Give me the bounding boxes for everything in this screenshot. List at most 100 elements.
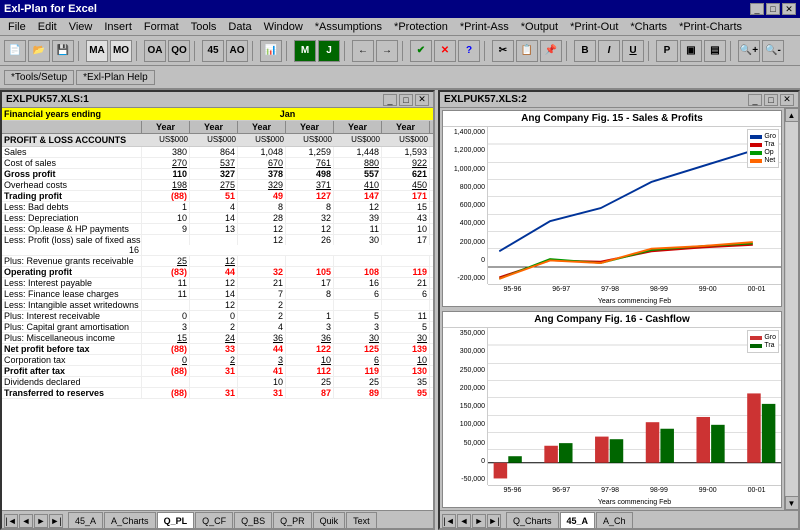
menu-charts[interactable]: *Charts (624, 20, 673, 34)
row-value: 130 (382, 366, 430, 376)
tb-mo[interactable]: MO (110, 40, 132, 62)
tab-quik[interactable]: Quik (313, 512, 346, 528)
tb-m-green[interactable]: M (294, 40, 316, 62)
menu-output[interactable]: *Output (515, 20, 564, 34)
table-row: Plus: Interest receivable0021511 (2, 311, 433, 322)
rtab-45a[interactable]: 45_A (560, 512, 596, 528)
rtab-last[interactable]: ►| (487, 514, 501, 528)
row-value: 880 (334, 158, 382, 168)
legend1-net: Net (750, 157, 776, 164)
tb-p1[interactable]: P (656, 40, 678, 62)
rtab-ach[interactable]: A_Ch (596, 512, 633, 528)
row-value (382, 256, 430, 266)
tb-45[interactable]: 45 (202, 40, 224, 62)
tb-j-green[interactable]: J (318, 40, 340, 62)
row-label: Less: Finance lease charges (2, 289, 142, 299)
row-value: 2 (190, 355, 238, 365)
tb-p3[interactable]: ▤ (704, 40, 726, 62)
menu-file[interactable]: File (2, 20, 32, 34)
rtab-first[interactable]: |◄ (442, 514, 456, 528)
row-value: 557 (334, 169, 382, 179)
scroll-track[interactable] (786, 122, 798, 496)
tab-acharts[interactable]: A_Charts (104, 512, 156, 528)
right-close[interactable]: ✕ (780, 94, 794, 106)
tab-qpl[interactable]: Q_PL (157, 512, 195, 528)
tb-paste[interactable]: 📌 (540, 40, 562, 62)
scroll-down[interactable]: ▼ (785, 496, 799, 510)
rtab-next[interactable]: ► (472, 514, 486, 528)
row-value: 139 (382, 344, 430, 354)
tb-chart[interactable]: 📊 (260, 40, 282, 62)
menu-edit[interactable]: Edit (32, 20, 63, 34)
tab-qcf[interactable]: Q_CF (195, 512, 233, 528)
tb-zoom-in[interactable]: 🔍+ (738, 40, 760, 62)
menu-tools[interactable]: Tools (185, 20, 223, 34)
maximize-button[interactable]: □ (766, 3, 780, 15)
tab-text[interactable]: Text (346, 512, 377, 528)
menu-data[interactable]: Data (222, 20, 257, 34)
tb-p2[interactable]: ▣ (680, 40, 702, 62)
tab-qpr[interactable]: Q_PR (273, 512, 312, 528)
tab-prev[interactable]: ◄ (19, 514, 33, 528)
menu-format[interactable]: Format (138, 20, 185, 34)
row-label: Operating profit (2, 267, 142, 277)
main-area: EXLPUK57.XLS:1 _ □ ✕ Financial years end… (0, 90, 800, 530)
tab-last[interactable]: ►| (49, 514, 63, 528)
tb-open[interactable]: 📂 (28, 40, 50, 62)
tb-back[interactable]: ← (352, 40, 374, 62)
chart1-svg (488, 127, 781, 284)
scroll-up[interactable]: ▲ (785, 108, 799, 122)
menu-insert[interactable]: Insert (98, 20, 138, 34)
tb-ao[interactable]: AO (226, 40, 248, 62)
rtab-prev[interactable]: ◄ (457, 514, 471, 528)
table-row: Operating profit(83)4432105108119 (2, 267, 433, 278)
tb-save[interactable]: 💾 (52, 40, 74, 62)
tb-italic[interactable]: I (598, 40, 620, 62)
tb-x-red[interactable]: ✕ (434, 40, 456, 62)
tb-cut[interactable]: ✂ (492, 40, 514, 62)
menu-print-charts[interactable]: *Print-Charts (673, 20, 748, 34)
row-value: 3 (286, 322, 334, 332)
tb-zoom-out[interactable]: 🔍- (762, 40, 784, 62)
tb-underline[interactable]: U (622, 40, 644, 62)
row-value: 10 (286, 355, 334, 365)
left-maximize[interactable]: □ (399, 94, 413, 106)
tab-next[interactable]: ► (34, 514, 48, 528)
tb-oa[interactable]: OA (144, 40, 166, 62)
tb-new[interactable]: 📄 (4, 40, 26, 62)
row-label: Less: Intangible asset writedowns (2, 300, 142, 310)
menu-window[interactable]: Window (258, 20, 309, 34)
legend2-color2 (750, 344, 762, 348)
menu-view[interactable]: View (63, 20, 99, 34)
exlplan-help-btn[interactable]: *Exl-Plan Help (76, 70, 154, 85)
menu-print-out[interactable]: *Print-Out (564, 20, 624, 34)
row-value: 30 (334, 333, 382, 343)
left-close[interactable]: ✕ (415, 94, 429, 106)
rtab-qcharts[interactable]: Q_Charts (506, 512, 559, 528)
tb-bold[interactable]: B (574, 40, 596, 62)
chart2-svg (488, 328, 781, 485)
minimize-button[interactable]: _ (750, 3, 764, 15)
tb-check-green[interactable]: ✔ (410, 40, 432, 62)
menu-assumptions[interactable]: *Assumptions (309, 20, 388, 34)
tab-45a[interactable]: 45_A (68, 512, 103, 528)
menu-protection[interactable]: *Protection (388, 20, 454, 34)
close-button[interactable]: ✕ (782, 3, 796, 15)
row-value: 14 (190, 289, 238, 299)
tools-setup-btn[interactable]: *Tools/Setup (4, 70, 74, 85)
tab-first[interactable]: |◄ (4, 514, 18, 528)
tb-forward[interactable]: → (376, 40, 398, 62)
ss-curr6: US$000 (382, 134, 430, 146)
ss-jan-label: Jan (142, 108, 433, 120)
tab-qbs[interactable]: Q_BS (234, 512, 272, 528)
ss-curr4: US$000 (286, 134, 334, 146)
tb-qo[interactable]: QO (168, 40, 190, 62)
menu-print-ass[interactable]: *Print-Ass (454, 20, 515, 34)
row-value: 1,593 (382, 147, 430, 157)
tb-copy[interactable]: 📋 (516, 40, 538, 62)
right-minimize[interactable]: _ (748, 94, 762, 106)
tb-ma[interactable]: MA (86, 40, 108, 62)
tb-q-blue[interactable]: ? (458, 40, 480, 62)
right-maximize[interactable]: □ (764, 94, 778, 106)
left-minimize[interactable]: _ (383, 94, 397, 106)
